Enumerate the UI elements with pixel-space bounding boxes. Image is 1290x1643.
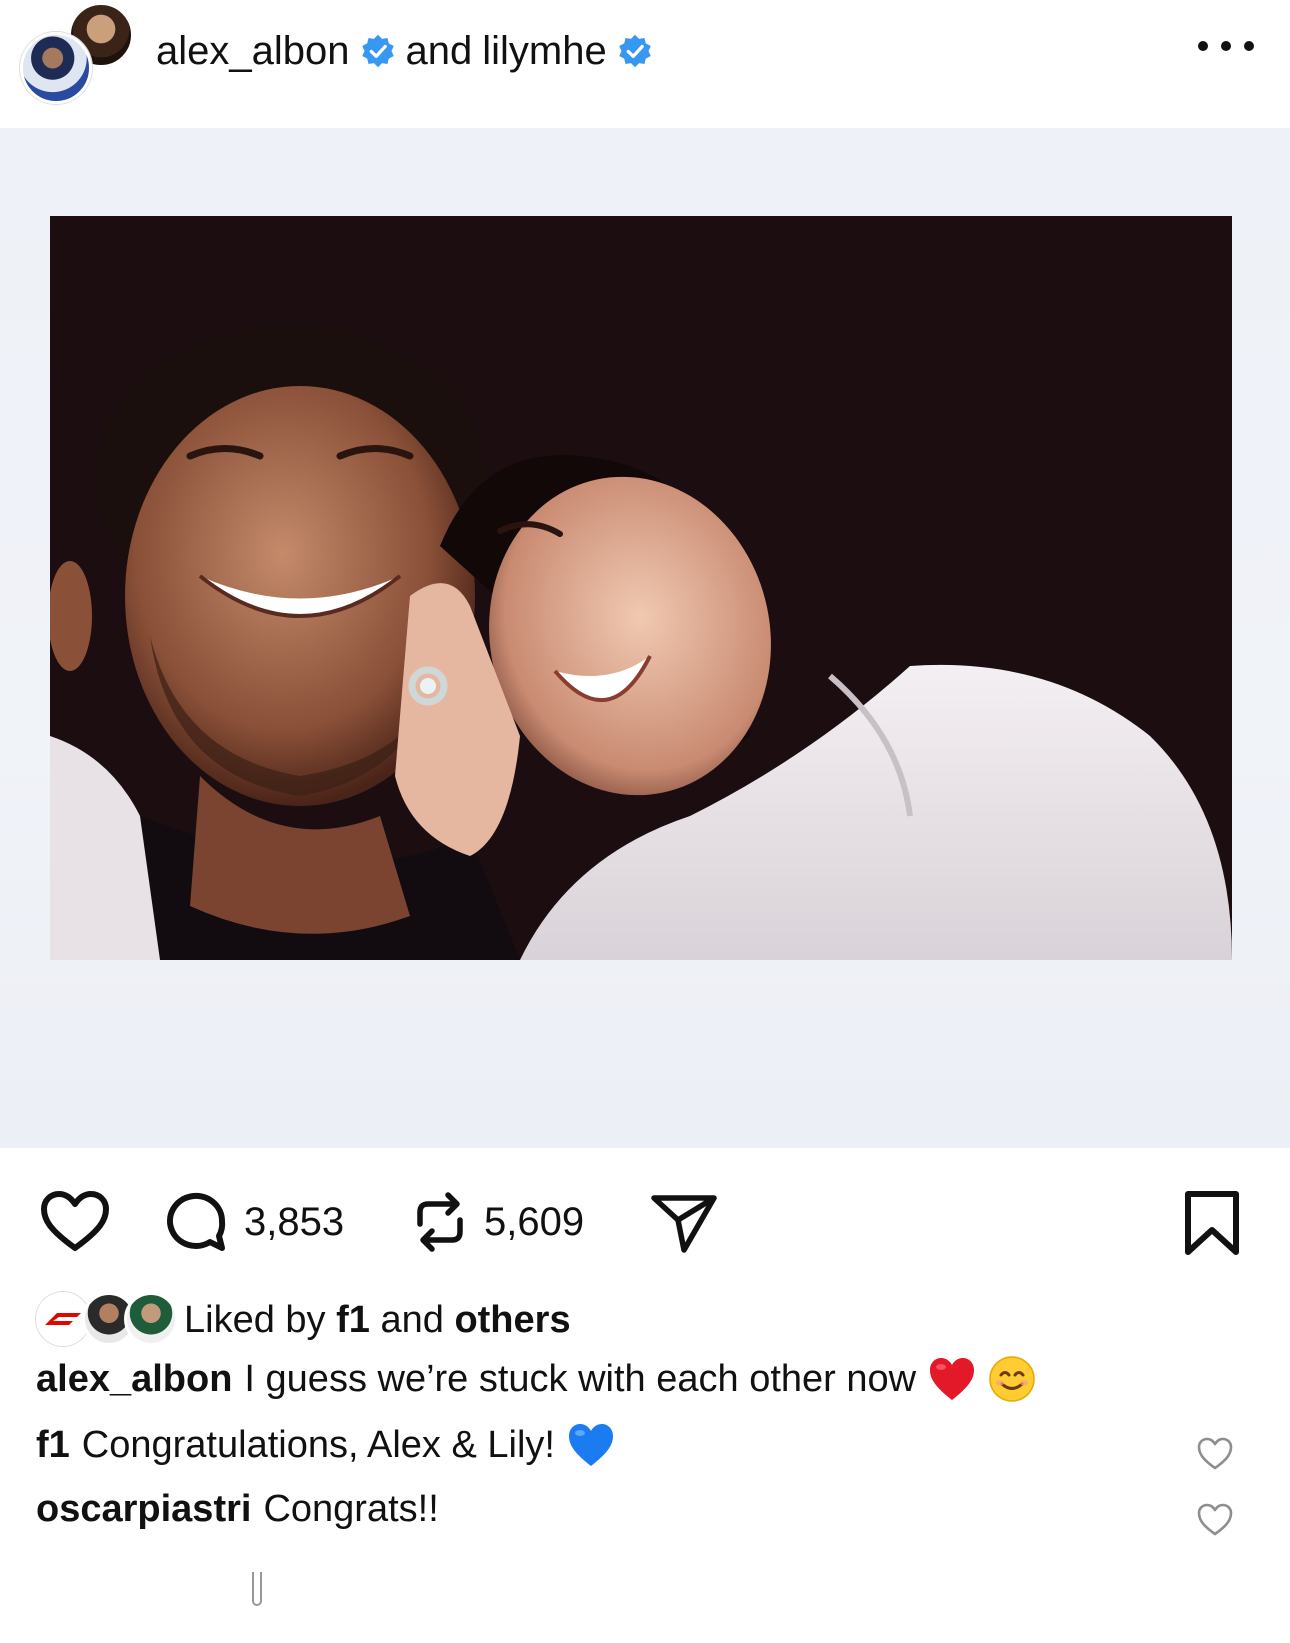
liked-by-others[interactable]: others (454, 1299, 570, 1342)
action-bar: 3,853 5,609 (0, 1176, 1290, 1266)
caption-username[interactable]: alex_albon (36, 1358, 232, 1401)
comment-username[interactable]: f1 (36, 1424, 70, 1467)
like-button[interactable] (40, 1190, 110, 1254)
caption-text: I guess we’re stuck with each other now (244, 1357, 917, 1400)
liked-by-prefix: Liked by (184, 1298, 326, 1341)
avatar-alex-albon[interactable] (20, 32, 92, 104)
comment-like-heart-icon[interactable] (1196, 1436, 1234, 1472)
smiling-face-emoji-icon (989, 1356, 1035, 1402)
f1-logo-icon (45, 1313, 81, 1325)
comment-username[interactable]: oscarpiastri (36, 1488, 251, 1531)
red-heart-emoji-icon (930, 1358, 975, 1400)
liked-by-user[interactable]: f1 (336, 1299, 370, 1342)
liked-by-and: and (380, 1298, 444, 1341)
liker-avatars (36, 1292, 178, 1348)
post-authors: alex_albon and lilymhe (156, 26, 653, 76)
collab-avatars[interactable] (20, 2, 134, 104)
author-username-2[interactable]: lilymhe (482, 29, 606, 74)
author-username-1[interactable]: alex_albon (156, 29, 350, 74)
comment-count: 3,853 (244, 1199, 345, 1244)
scroll-cursor-indicator (252, 1572, 262, 1606)
comment-button[interactable]: 3,853 (164, 1190, 344, 1254)
repost-icon (412, 1190, 468, 1254)
post-image[interactable] (0, 128, 1290, 1148)
comment-text: Congrats!! (263, 1488, 439, 1530)
send-paper-plane-icon (650, 1190, 718, 1254)
photo-illustration (50, 216, 1232, 960)
bookmark-icon (1182, 1190, 1242, 1256)
repost-count: 5,609 (484, 1199, 585, 1244)
heart-outline-icon (40, 1190, 110, 1254)
author-connector: and (405, 28, 473, 73)
save-button[interactable] (1182, 1190, 1242, 1256)
polaroid-photo (50, 216, 1232, 960)
comment-bubble-icon (164, 1190, 228, 1254)
comment-item: oscarpiastri Congrats!! (36, 1488, 439, 1531)
share-button[interactable] (650, 1190, 718, 1254)
post-caption: alex_albon I guess we’re stuck with each… (36, 1355, 1036, 1403)
likes-summary[interactable]: Liked by f1 and others (36, 1290, 571, 1350)
blue-heart-emoji-icon (568, 1424, 613, 1466)
verified-badge-icon (618, 34, 651, 68)
repost-button[interactable]: 5,609 (412, 1190, 584, 1254)
liker-avatar (124, 1292, 178, 1346)
more-options-icon[interactable] (1198, 36, 1254, 56)
verified-badge-icon (361, 34, 394, 68)
comment-item: f1 Congratulations, Alex & Lily! (36, 1422, 615, 1468)
post-header: alex_albon and lilymhe (0, 0, 1290, 128)
comment-like-heart-icon[interactable] (1196, 1502, 1234, 1538)
comment-text: Congratulations, Alex & Lily! (81, 1423, 555, 1466)
